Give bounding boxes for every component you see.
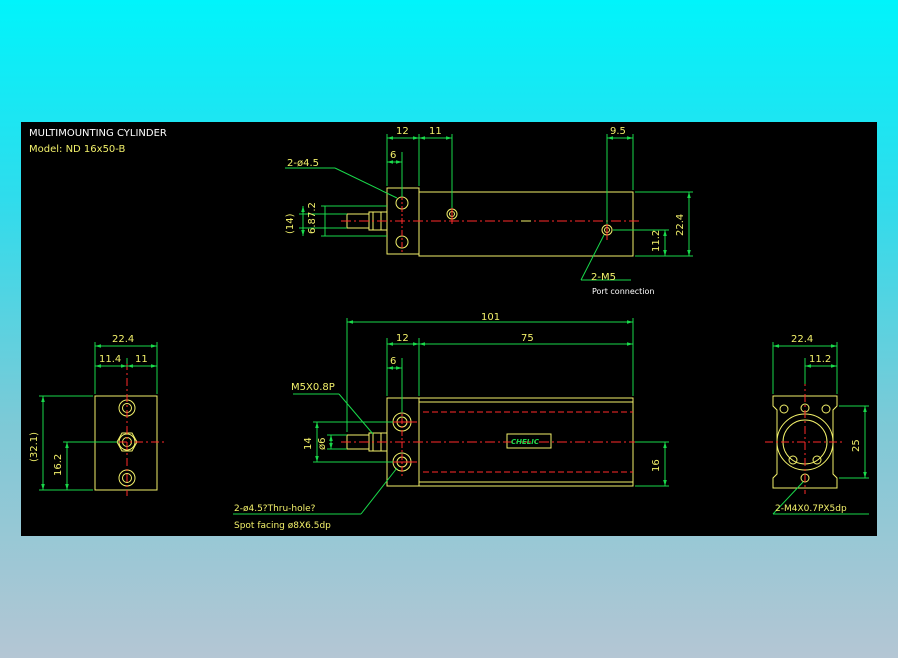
top-dim-14: (14) bbox=[285, 213, 296, 234]
top-dim-11-2: 11.2 bbox=[651, 230, 662, 252]
front-dim-14: 14 bbox=[303, 437, 314, 450]
top-view-body bbox=[418, 191, 634, 257]
right-dim-half: 11.2 bbox=[809, 354, 831, 365]
top-dim-6-8: 6.8 bbox=[307, 218, 318, 234]
cad-drawing-sheet: MULTIMOUNTING CYLINDER Model: ND 16x50-B bbox=[21, 122, 877, 536]
top-view bbox=[285, 134, 693, 281]
top-dim-7-2: 7.2 bbox=[307, 202, 318, 218]
cad-drawing: MULTIMOUNTING CYLINDER Model: ND 16x50-B bbox=[29, 126, 869, 531]
top-dim-9-5: 9.5 bbox=[610, 126, 626, 137]
top-dim-22-4: 22.4 bbox=[675, 214, 686, 236]
left-dim-height: (32.1) bbox=[29, 432, 40, 462]
top-port-callout: 2-M5 bbox=[591, 272, 616, 283]
right-dim-height: 25 bbox=[851, 439, 862, 452]
front-dim-6-small: ø6 bbox=[317, 438, 328, 450]
top-dim-12: 12 bbox=[396, 126, 409, 137]
right-end-view bbox=[765, 342, 869, 515]
front-dim-75: 75 bbox=[521, 333, 534, 344]
left-dim-half-right: 11 bbox=[135, 354, 148, 365]
right-dim-width: 22.4 bbox=[791, 334, 813, 345]
top-hole-callout: 2-ø4.5 bbox=[287, 158, 319, 169]
front-dim-16: 16 bbox=[651, 459, 662, 472]
top-dim-6: 6 bbox=[390, 150, 396, 161]
front-hole-callout: 2-ø4.5?Thru-hole? bbox=[234, 504, 316, 514]
top-dim-11: 11 bbox=[429, 126, 442, 137]
front-thread-callout: M5X0.8P bbox=[291, 382, 335, 393]
left-dim-center-height: 16.2 bbox=[53, 454, 64, 476]
left-dim-half-left: 11.4 bbox=[99, 354, 121, 365]
right-thread-callout: 2-M4X0.7PX5dp bbox=[775, 504, 847, 514]
top-port-note: Port connection bbox=[592, 287, 654, 296]
front-spot-facing: Spot facing ø8X6.5dp bbox=[234, 521, 331, 531]
left-view-body bbox=[94, 395, 158, 491]
front-dim-6: 6 bbox=[390, 356, 396, 367]
drawing-title: MULTIMOUNTING CYLINDER bbox=[29, 128, 167, 139]
front-nameplate-text: CHELIC bbox=[511, 438, 540, 446]
front-view bbox=[233, 318, 669, 515]
front-dim-12: 12 bbox=[396, 333, 409, 344]
front-dim-overall: 101 bbox=[481, 312, 500, 323]
left-dim-width: 22.4 bbox=[112, 334, 134, 345]
model-label: Model: ND 16x50-B bbox=[29, 144, 126, 155]
